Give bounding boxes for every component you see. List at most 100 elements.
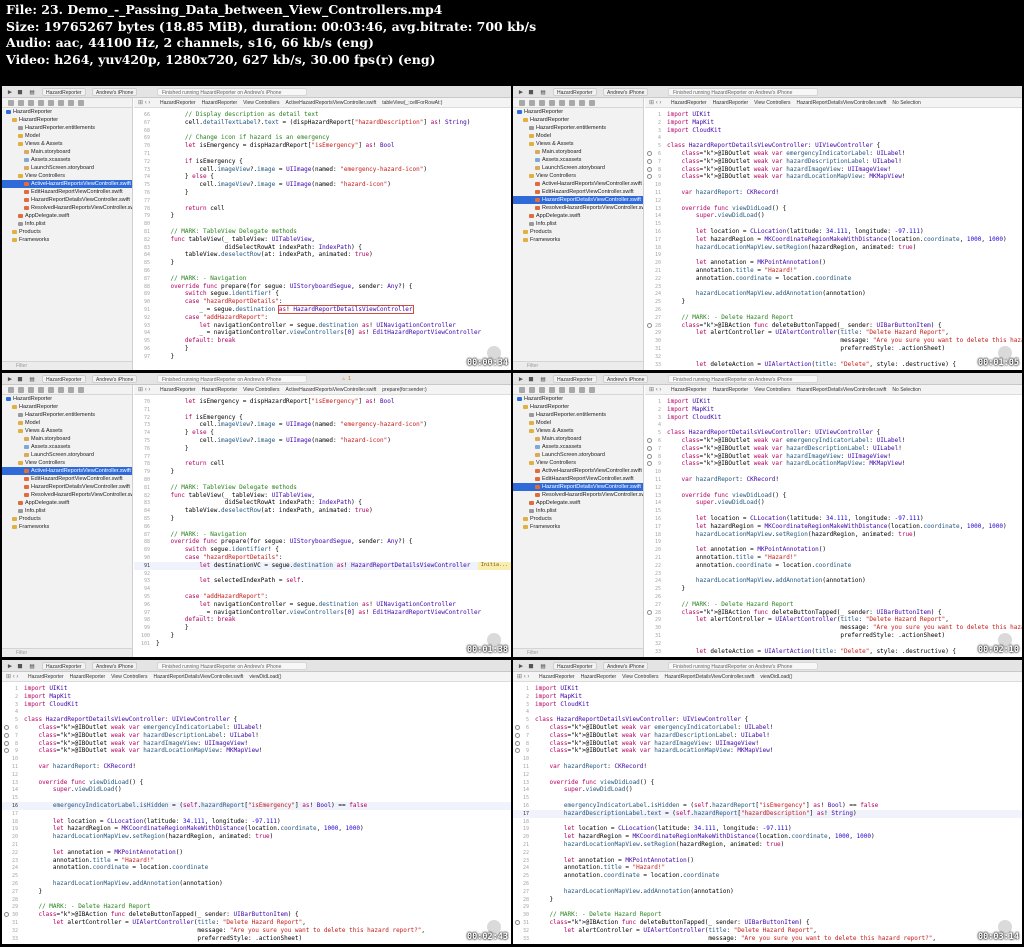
navigator-item[interactable]: HazardReporter.entitlements <box>513 411 643 419</box>
scheme-selector[interactable]: HazardReporter <box>553 662 597 670</box>
outlet-connection-icon[interactable] <box>4 732 9 738</box>
navigator-filter-input[interactable]: Filter <box>513 648 643 657</box>
breadcrumb-item[interactable]: View Controllers <box>622 674 658 680</box>
navigator-item[interactable]: HazardReporter <box>2 108 132 116</box>
navigator-item[interactable]: Assets.xcassets <box>2 443 132 451</box>
outlet-connection-icon[interactable] <box>515 724 520 730</box>
navigator-item[interactable]: EditHazardReportViewController.swift <box>513 188 643 196</box>
source-editor[interactable]: ⊞ ‹ › HazardReporter HazardReporter View Co… <box>645 98 1022 370</box>
outlet-connection-icon[interactable] <box>515 732 520 738</box>
navigator-tab-icon[interactable] <box>569 387 575 393</box>
navigator-item[interactable]: Info.plist <box>513 220 643 228</box>
navigator-tab-icon[interactable] <box>68 100 74 106</box>
layout-icon[interactable]: ▤ <box>539 375 547 383</box>
navigator-tab-icon[interactable] <box>18 387 24 393</box>
navigator-item[interactable]: Products <box>513 515 643 523</box>
navigator-item[interactable]: LaunchScreen.storyboard <box>513 451 643 459</box>
navigator-item[interactable]: ActiveHazardReportsViewController.swift <box>513 180 643 188</box>
navigator-item[interactable]: Views & Assets <box>2 140 132 148</box>
navigator-tab-icon[interactable] <box>8 100 14 106</box>
breadcrumb-item[interactable]: View Controllers <box>243 100 279 106</box>
navigator-item[interactable]: Info.plist <box>2 220 132 228</box>
breadcrumb-item[interactable]: HazardReporter <box>202 100 238 106</box>
device-selector[interactable]: Andrew's iPhone <box>603 662 649 670</box>
stop-icon[interactable]: ■ <box>16 662 24 670</box>
navigator-item[interactable]: Products <box>2 515 132 523</box>
layout-icon[interactable]: ▤ <box>28 375 36 383</box>
stop-icon[interactable]: ■ <box>16 375 24 383</box>
navigator-item[interactable]: Model <box>513 419 643 427</box>
navigator-tab-icon[interactable] <box>539 100 545 106</box>
navigator-item[interactable]: LaunchScreen.storyboard <box>513 164 643 172</box>
scheme-selector[interactable]: HazardReporter <box>553 88 597 96</box>
navigator-item[interactable]: Assets.xcassets <box>2 156 132 164</box>
navigator-item[interactable]: Frameworks <box>2 523 132 531</box>
navigator-tab-icon[interactable] <box>549 100 555 106</box>
navigator-tab-icon[interactable] <box>559 100 565 106</box>
breadcrumb-item[interactable]: ActiveHazardReportsViewController.swift <box>285 387 376 393</box>
breadcrumb-item[interactable]: HazardReporter <box>202 387 238 393</box>
navigator-item[interactable]: View Controllers <box>513 459 643 467</box>
breadcrumb-item[interactable]: View Controllers <box>243 387 279 393</box>
navigator-item[interactable]: HazardReportDetailsViewController.swift <box>2 196 132 204</box>
layout-icon[interactable]: ▤ <box>539 662 547 670</box>
breadcrumb-item[interactable]: View Controllers <box>754 387 790 393</box>
outlet-connection-icon[interactable] <box>515 740 520 746</box>
source-editor[interactable]: ⊞ ‹ › HazardReporter HazardReporter View Co… <box>513 672 1022 944</box>
navigator-item[interactable]: Assets.xcassets <box>513 156 643 164</box>
navigator-item[interactable]: Views & Assets <box>513 427 643 435</box>
navigator-item[interactable]: AppDelegate.swift <box>2 499 132 507</box>
navigator-filter-input[interactable]: Filter <box>2 648 132 657</box>
breadcrumb-item[interactable]: View Controllers <box>111 674 147 680</box>
navigator-item[interactable]: HazardReportDetailsViewController.swift <box>513 196 643 204</box>
run-icon[interactable]: ▶ <box>517 375 525 383</box>
breadcrumb-item[interactable]: HazardReporter <box>713 100 749 106</box>
navigator-tab-icon[interactable] <box>559 387 565 393</box>
navigator-item[interactable]: HazardReporter.entitlements <box>2 411 132 419</box>
navigator-item[interactable]: ResolvedHazardReportsViewController.swif… <box>2 491 132 499</box>
outlet-connection-icon[interactable] <box>647 445 652 451</box>
breadcrumb-item[interactable]: HazardReportDetailsViewController.swift <box>153 674 243 680</box>
code-area[interactable]: 66 // Display description as detail text… <box>134 108 511 361</box>
layout-icon[interactable]: ▤ <box>28 662 36 670</box>
breadcrumb-item[interactable]: No Selection <box>892 387 920 393</box>
navigator-item[interactable]: HazardReportDetailsViewController.swift <box>513 483 643 491</box>
device-selector[interactable]: Andrew's iPhone <box>603 88 649 96</box>
navigator-item[interactable]: Main.storyboard <box>2 148 132 156</box>
navigator-item[interactable]: Main.storyboard <box>513 148 643 156</box>
back-forward-icon[interactable]: ⊞ ‹ › <box>6 672 18 681</box>
device-selector[interactable]: Andrew's iPhone <box>92 662 138 670</box>
code-area[interactable]: 70 let isEmergency = dispHazardReport["i… <box>134 395 511 648</box>
back-forward-icon[interactable]: ⊞ ‹ › <box>649 98 661 107</box>
breadcrumb-item[interactable]: No Selection <box>892 100 920 106</box>
navigator-item[interactable]: HazardReporter <box>513 403 643 411</box>
stop-icon[interactable]: ■ <box>527 88 535 96</box>
navigator-item[interactable]: EditHazardReportViewController.swift <box>513 475 643 483</box>
navigator-tab-icon[interactable] <box>539 387 545 393</box>
navigator-filter-input[interactable]: Filter <box>2 361 132 370</box>
outlet-connection-icon[interactable] <box>647 453 652 459</box>
navigator-item[interactable]: ResolvedHazardReportsViewController.swif… <box>513 491 643 499</box>
navigator-item[interactable]: LaunchScreen.storyboard <box>2 451 132 459</box>
navigator-item[interactable]: AppDelegate.swift <box>513 212 643 220</box>
run-icon[interactable]: ▶ <box>6 88 14 96</box>
navigator-item[interactable]: Info.plist <box>2 507 132 515</box>
code-area[interactable]: 1 import UIKit 2 import MapKit 3 import Cloud… <box>2 682 511 942</box>
navigator-tab-icon[interactable] <box>519 100 525 106</box>
breadcrumb-item[interactable]: HazardReporter <box>671 100 707 106</box>
navigator-item[interactable]: HazardReporter.entitlements <box>2 124 132 132</box>
stop-icon[interactable]: ■ <box>527 662 535 670</box>
back-forward-icon[interactable]: ⊞ ‹ › <box>517 672 529 681</box>
navigator-item[interactable]: Info.plist <box>513 507 643 515</box>
stop-icon[interactable]: ■ <box>16 88 24 96</box>
navigator-item[interactable]: Main.storyboard <box>513 435 643 443</box>
navigator-tab-icon[interactable] <box>28 387 34 393</box>
navigator-item[interactable]: HazardReporter <box>513 395 643 403</box>
inline-warning[interactable]: Initia... <box>477 561 511 570</box>
outlet-connection-icon[interactable] <box>647 609 652 615</box>
navigator-item[interactable]: Model <box>513 132 643 140</box>
breadcrumb-item[interactable]: viewDidLoad() <box>249 674 281 680</box>
navigator-tab-icon[interactable] <box>579 100 585 106</box>
navigator-tab-icon[interactable] <box>8 387 14 393</box>
breadcrumb-item[interactable]: ActiveHazardReportsViewController.swift <box>285 100 376 106</box>
